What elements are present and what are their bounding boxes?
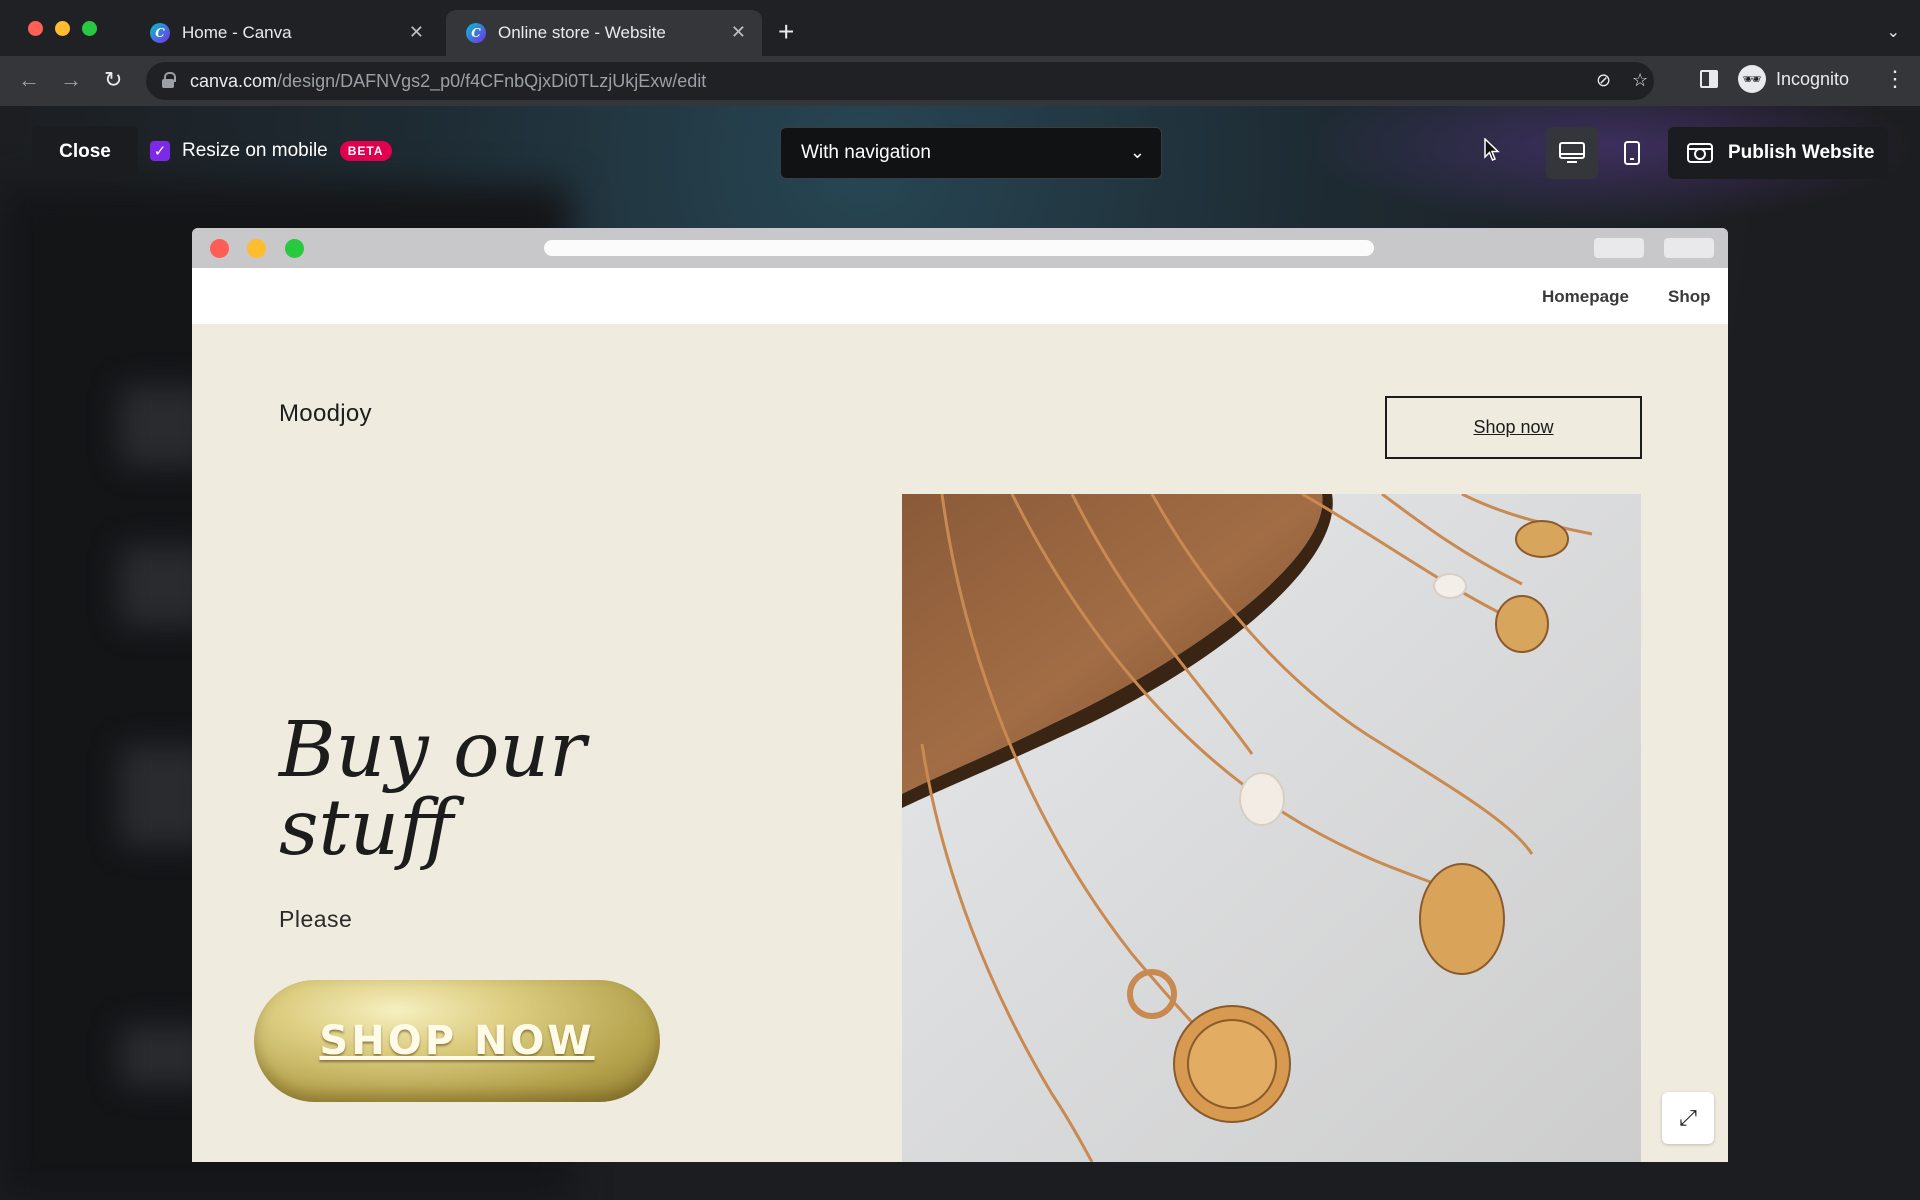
mock-minimize-dot: [247, 239, 266, 258]
jewelry-photo: [902, 494, 1641, 1162]
navigation-select[interactable]: With navigation ⌄: [780, 127, 1162, 179]
mock-zoom-dot: [285, 239, 304, 258]
browser-menu-icon[interactable]: ⋮: [1884, 66, 1906, 92]
nav-link-shop[interactable]: Shop: [1668, 287, 1711, 307]
url-text[interactable]: canva.com/design/DAFNVgs2_p0/f4CFnbQjxDi…: [190, 71, 706, 92]
publish-label: Publish Website: [1728, 142, 1875, 163]
eye-off-icon[interactable]: ⊘: [1596, 70, 1611, 91]
header-shop-now-button[interactable]: Shop now: [1385, 396, 1642, 459]
mobile-icon: [1624, 141, 1640, 165]
hero-button-label: SHOP NOW: [319, 1018, 595, 1064]
mock-address-bar: [544, 240, 1374, 256]
mouse-cursor-icon: [1484, 138, 1500, 161]
mobile-view-button[interactable]: [1606, 127, 1658, 179]
back-icon[interactable]: ←: [18, 66, 40, 94]
necklaces-illustration: [902, 494, 1641, 1162]
reload-icon[interactable]: ↻: [104, 66, 122, 94]
resize-label: Resize on mobile: [182, 140, 328, 161]
bookmark-star-icon[interactable]: ☆: [1632, 70, 1648, 91]
close-preview-button[interactable]: Close: [32, 126, 138, 178]
publish-website-button[interactable]: Publish Website: [1668, 127, 1888, 179]
close-tab-icon[interactable]: ✕: [409, 22, 424, 42]
close-tab-icon[interactable]: ✕: [731, 22, 746, 42]
expand-icon[interactable]: ⤢: [1662, 1092, 1714, 1144]
navigation-select-value: With navigation: [801, 142, 931, 163]
hero-subtext: Please: [279, 906, 353, 932]
preview-stage: Close ✓ Resize on mobile BETA With navig…: [0, 106, 1920, 1200]
side-panel-icon[interactable]: [1700, 70, 1718, 88]
incognito-label: Incognito: [1776, 68, 1850, 89]
site-navigation: Homepage Shop: [192, 268, 1728, 324]
address-bar[interactable]: canva.com/design/DAFNVgs2_p0/f4CFnbQjxDi…: [146, 62, 1654, 100]
tab-search-chevron-icon[interactable]: ⌄: [1887, 22, 1900, 42]
canva-favicon-icon: C: [466, 23, 486, 43]
desktop-icon: [1559, 142, 1585, 163]
window-zoom-dot[interactable]: [82, 21, 97, 36]
chevron-down-icon: ⌄: [1129, 142, 1145, 162]
desktop-view-button[interactable]: [1546, 127, 1598, 179]
browser-tab-strip: C Home - Canva ✕ C Online store - Websit…: [0, 0, 1920, 56]
lock-icon[interactable]: [162, 72, 176, 88]
canva-favicon-icon: C: [150, 23, 170, 43]
publish-globe-icon: [1687, 143, 1713, 163]
tab-title: Home - Canva: [182, 23, 292, 42]
new-tab-button[interactable]: +: [778, 18, 794, 46]
tab-title: Online store - Website: [498, 23, 666, 42]
incognito-profile[interactable]: 🕶 Incognito: [1738, 65, 1849, 93]
beta-badge: BETA: [339, 141, 392, 161]
resize-on-mobile-toggle[interactable]: ✓ Resize on mobile BETA: [150, 140, 392, 162]
mock-close-dot: [210, 239, 229, 258]
incognito-icon: 🕶: [1738, 65, 1766, 93]
website-preview-window: Homepage Shop Moodjoy Shop now Buy our s…: [192, 228, 1728, 1162]
mock-button: [1664, 238, 1714, 258]
hero-headline: Buy our stuff: [279, 706, 586, 873]
hero-shop-now-button[interactable]: SHOP NOW: [254, 980, 660, 1102]
tab-online-store[interactable]: C Online store - Website ✕: [446, 10, 762, 56]
tab-home-canva[interactable]: C Home - Canva ✕: [130, 10, 440, 56]
browser-toolbar: ← → ↻ canva.com/design/DAFNVgs2_p0/f4CFn…: [0, 56, 1920, 106]
resize-checkbox[interactable]: ✓: [150, 141, 170, 161]
forward-icon[interactable]: →: [60, 66, 82, 94]
mock-browser-bar: [192, 228, 1728, 268]
window-minimize-dot[interactable]: [55, 21, 70, 36]
nav-link-homepage[interactable]: Homepage: [1542, 287, 1629, 307]
brand-logo: Moodjoy: [279, 400, 372, 427]
window-close-dot[interactable]: [28, 21, 43, 36]
mock-button: [1594, 238, 1644, 258]
